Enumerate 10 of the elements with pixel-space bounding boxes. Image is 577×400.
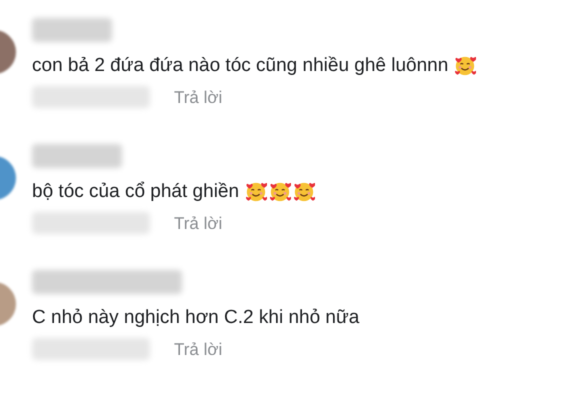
comment-text: con bả 2 đứa đứa nào tóc cũng nhiều ghê luônnn [32,54,448,78]
comment-text: bộ tóc của cổ phát ghiền [32,180,240,204]
comment-text: C nhỏ này nghịch hơn C.2 khi nhỏ nữa [32,306,360,330]
smiling-face-with-hearts-icon [293,181,316,204]
reply-link[interactable]: Trả lời [174,84,222,110]
smiling-face-with-hearts-icon [269,181,292,204]
reply-link[interactable]: Trả lời [174,336,222,362]
smiling-face-with-hearts-icon [245,181,268,204]
smiling-face-with-hearts-icon [454,55,476,78]
reply-link[interactable]: Trả lời [174,210,222,236]
